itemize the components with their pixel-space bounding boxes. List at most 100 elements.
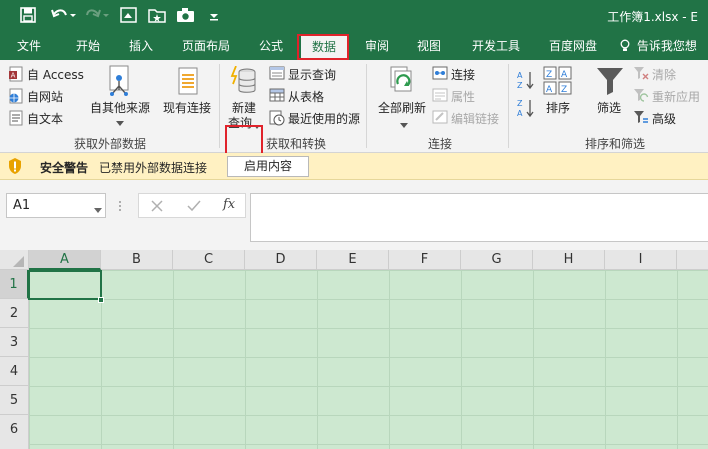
from-web-button[interactable]: 自网站 (27, 88, 63, 105)
save-icon[interactable] (20, 7, 36, 25)
enable-content-button[interactable]: 启用内容 (227, 156, 309, 177)
sort-descending-icon: ZA (517, 98, 535, 121)
formula-input[interactable] (250, 193, 708, 242)
tab-review[interactable]: 审阅 (354, 32, 400, 60)
undo-icon[interactable] (50, 7, 76, 25)
formula-buttons: fx (138, 193, 246, 218)
connections-button[interactable]: 连接 (451, 66, 475, 83)
web-icon (8, 88, 24, 107)
customize-toolbar-icon[interactable] (208, 7, 220, 25)
tab-insert[interactable]: 插入 (118, 32, 164, 60)
reapply-button[interactable]: 重新应用 (652, 88, 700, 105)
svg-text:Z: Z (517, 99, 523, 108)
refresh-all-button[interactable]: 全部刷新 (378, 99, 426, 116)
redo-icon[interactable] (86, 7, 112, 25)
svg-text:A: A (11, 72, 16, 80)
name-box[interactable]: A1 (6, 193, 106, 218)
edit-links-icon (432, 110, 448, 127)
tab-formulas[interactable]: 公式 (248, 32, 294, 60)
clear-button[interactable]: 清除 (652, 66, 676, 83)
column-header-overflow[interactable] (677, 250, 708, 270)
folder-star-icon[interactable] (148, 7, 166, 25)
row-header-6[interactable]: 6 (0, 415, 29, 449)
from-table-button[interactable]: 从表格 (288, 88, 324, 105)
tab-view[interactable]: 视图 (406, 32, 452, 60)
group-label-sort-filter: 排序和筛选 (584, 137, 645, 151)
cancel-icon[interactable] (151, 200, 163, 215)
security-warning-bar: 安全警告 已禁用外部数据连接 启用内容 (0, 153, 708, 180)
security-warning-title: 安全警告 (40, 161, 89, 175)
formula-bar: A1 fx (0, 180, 708, 242)
row-header-2[interactable]: 2 (0, 299, 29, 328)
tab-home[interactable]: 开始 (62, 32, 114, 60)
new-query-label-line2[interactable]: 查询 (228, 114, 252, 131)
name-box-value: A1 (13, 198, 31, 213)
row-header-5[interactable]: 5 (0, 386, 29, 415)
tab-page-layout[interactable]: 页面布局 (172, 32, 240, 60)
active-cell-a1[interactable] (28, 270, 102, 300)
security-warning-message: 已禁用外部数据连接 (99, 161, 208, 175)
chevron-down-icon (116, 116, 124, 130)
grid-top-spacer (0, 242, 708, 250)
table-icon (269, 88, 285, 105)
column-header-i[interactable]: I (605, 250, 677, 270)
group-label-get-transform: 获取和转换 (265, 137, 326, 151)
cell-area[interactable] (29, 270, 708, 449)
ribbon-separator (366, 64, 367, 148)
advanced-filter-icon (633, 110, 649, 127)
recent-sources-icon (269, 110, 285, 129)
show-queries-button[interactable]: 显示查询 (288, 66, 336, 83)
column-header-g[interactable]: G (461, 250, 533, 270)
new-query-icon (230, 65, 258, 99)
properties-button[interactable]: 属性 (451, 88, 475, 105)
tab-file[interactable]: 文件 (6, 32, 52, 60)
recent-sources-button[interactable]: 最近使用的源 (288, 110, 360, 127)
column-header-d[interactable]: D (245, 250, 317, 270)
ribbon-tabs: 文件 开始 插入 页面布局 公式 数据 审阅 视图 开发工具 百度网盘 告诉我您… (0, 32, 708, 81)
properties-icon (432, 88, 448, 105)
sort-button[interactable]: 排序 (546, 99, 570, 116)
from-access-button[interactable]: 自 Access (27, 66, 84, 83)
column-header-f[interactable]: F (389, 250, 461, 270)
svg-text:Z: Z (517, 81, 523, 90)
column-header-h[interactable]: H (533, 250, 605, 270)
edit-links-button[interactable]: 编辑链接 (451, 110, 499, 127)
tab-data[interactable]: 数据 (301, 35, 347, 60)
advanced-button[interactable]: 高级 (652, 110, 676, 127)
access-icon: A (8, 66, 24, 85)
filter-button[interactable]: 筛选 (597, 99, 621, 116)
chevron-down-icon (254, 119, 260, 133)
tell-me-box[interactable]: 告诉我您想要 (620, 32, 708, 81)
refresh-all-icon (387, 66, 417, 99)
camera-icon[interactable] (176, 7, 196, 25)
svg-text:Z: Z (546, 70, 552, 80)
svg-text:A: A (517, 109, 523, 118)
existing-connections-icon (177, 66, 201, 99)
text-file-icon (8, 110, 24, 129)
from-text-button[interactable]: 自文本 (27, 110, 63, 127)
other-sources-icon (104, 64, 136, 101)
fill-handle[interactable] (98, 297, 104, 303)
column-header-a[interactable]: A (29, 250, 101, 270)
screenshot-icon[interactable] (120, 7, 138, 25)
column-header-e[interactable]: E (317, 250, 389, 270)
insert-function-button[interactable]: fx (223, 197, 235, 212)
column-header-b[interactable]: B (101, 250, 173, 270)
show-queries-icon (269, 66, 285, 83)
existing-connections-button[interactable]: 现有连接 (163, 99, 211, 116)
connections-icon (432, 66, 448, 83)
drag-handle-icon[interactable] (118, 200, 122, 215)
svg-text:A: A (561, 70, 568, 80)
tab-developer[interactable]: 开发工具 (462, 32, 530, 60)
sort-ascending-icon: AZ (517, 70, 535, 93)
from-other-sources-button[interactable]: 自其他来源 (90, 99, 150, 116)
chevron-down-icon[interactable] (94, 203, 102, 217)
group-label-external-data: 获取外部数据 (73, 137, 146, 151)
row-header-3[interactable]: 3 (0, 328, 29, 357)
row-header-1[interactable]: 1 (0, 270, 29, 299)
select-all-corner[interactable] (0, 250, 29, 270)
tab-baidu-netdisk[interactable]: 百度网盘 (536, 32, 610, 60)
row-header-4[interactable]: 4 (0, 357, 29, 386)
column-header-c[interactable]: C (173, 250, 245, 270)
confirm-icon[interactable] (187, 200, 201, 215)
